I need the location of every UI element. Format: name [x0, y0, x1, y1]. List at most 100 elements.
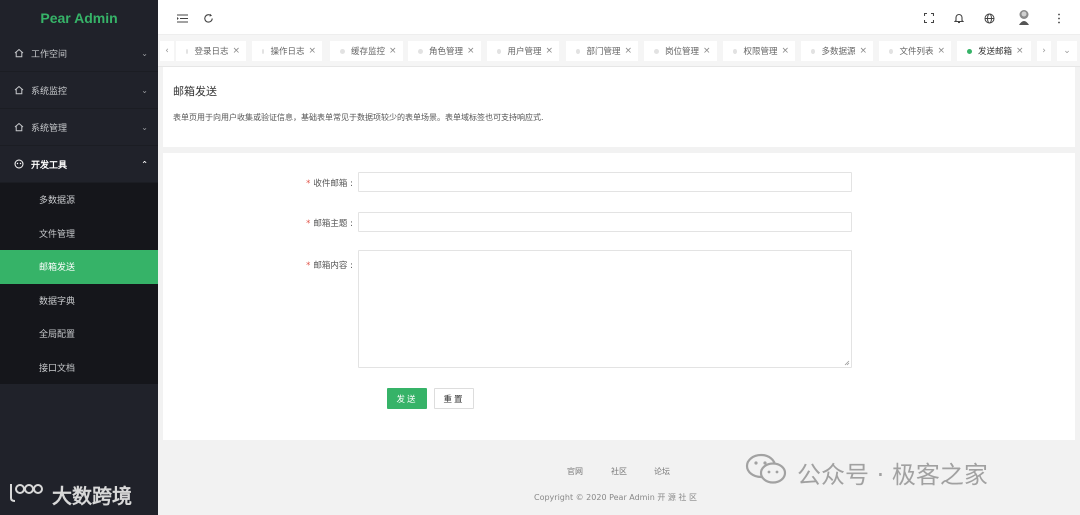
watermark-wechat: 公众号 · 极客之家	[745, 452, 988, 492]
tab-permission-manage[interactable]: 权限管理 ×	[723, 41, 795, 61]
copyright-text: Copyright © 2020 Pear Admin 开 源 社 区	[534, 493, 697, 502]
footer-link-official[interactable]: 官网	[567, 466, 583, 477]
footer-link-community[interactable]: 社区	[611, 466, 627, 477]
close-icon[interactable]: ×	[232, 46, 240, 56]
tab-label: 登录日志	[194, 47, 229, 57]
more-vertical-icon[interactable]	[1052, 11, 1066, 25]
page-header-card: 邮箱发送 表单页用于向用户收集或验证信息，基础表单常见于数据项较少的表单场景。表…	[163, 67, 1075, 147]
tab-scroll-right-icon[interactable]: ›	[1037, 41, 1051, 61]
sidebar-item-label: 系统管理	[31, 123, 68, 134]
refresh-icon[interactable]	[201, 11, 215, 25]
tab-login-log[interactable]: 登录日志 ×	[176, 41, 246, 61]
sidebar-subitem-global-config[interactable]: 全局配置	[0, 317, 158, 351]
tab-dropdown-icon[interactable]: ⌄	[1057, 41, 1077, 61]
page-title: 邮箱发送	[173, 85, 217, 98]
gauge-icon	[14, 159, 26, 169]
resize-handle-icon[interactable]	[844, 360, 850, 366]
wechat-icon	[745, 452, 789, 492]
content-label-text: 邮箱内容 :	[313, 261, 353, 271]
close-icon[interactable]: ×	[389, 46, 397, 56]
close-icon[interactable]: ×	[624, 46, 632, 56]
to-label: * 收件邮箱 :	[283, 177, 353, 189]
top-header	[158, 0, 1080, 35]
tab-dept-manage[interactable]: 部门管理 ×	[566, 41, 638, 61]
home-icon	[14, 122, 26, 132]
tab-dot-icon	[186, 48, 189, 54]
tab-dot-icon	[576, 48, 581, 54]
mail-form-card: * 收件邮箱 : * 邮箱主题 : * 邮箱内容 : 发送 重置	[163, 153, 1075, 440]
required-mark: *	[306, 219, 311, 229]
tab-label: 权限管理	[743, 47, 778, 57]
close-icon[interactable]: ×	[545, 46, 553, 56]
content-textarea[interactable]	[358, 250, 852, 368]
chevron-down-icon: ⌄	[141, 48, 148, 58]
tab-label: 用户管理	[507, 47, 542, 57]
to-label-text: 收件邮箱 :	[313, 179, 353, 189]
sidebar-subitem-datasource[interactable]: 多数据源	[0, 183, 158, 217]
globe-icon[interactable]	[982, 11, 996, 25]
chevron-down-icon: ⌄	[141, 85, 148, 95]
sidebar-subitem-api-docs[interactable]: 接口文档	[0, 351, 158, 385]
sidebar-item-system-manage[interactable]: 系统管理 ⌄	[0, 109, 158, 146]
send-button[interactable]: 发送	[387, 388, 427, 409]
avatar[interactable]	[1015, 8, 1033, 26]
home-icon	[14, 85, 26, 95]
tab-label: 文件列表	[899, 47, 934, 57]
app-logo[interactable]: Pear Admin	[0, 0, 158, 35]
sidebar-item-label: 系统监控	[31, 86, 68, 97]
tab-role-manage[interactable]: 角色管理 ×	[408, 41, 481, 61]
tab-label: 岗位管理	[665, 47, 700, 57]
close-icon[interactable]: ×	[308, 46, 316, 56]
tab-cache-monitor[interactable]: 缓存监控 ×	[330, 41, 403, 61]
tab-datasource[interactable]: 多数据源 ×	[801, 41, 873, 61]
fullscreen-icon[interactable]	[922, 11, 936, 25]
close-icon[interactable]: ×	[781, 46, 789, 56]
tab-user-manage[interactable]: 用户管理 ×	[487, 41, 559, 61]
menu-collapse-icon[interactable]	[175, 11, 189, 25]
tab-label: 多数据源	[821, 47, 856, 57]
sidebar-subitem-mail-send[interactable]: 邮箱发送	[0, 250, 158, 284]
sidebar-submenu: 多数据源 文件管理 邮箱发送 数据字典 全局配置 接口文档	[0, 183, 158, 384]
footer-link-forum[interactable]: 论坛	[654, 466, 670, 477]
close-icon[interactable]: ×	[703, 46, 711, 56]
required-mark: *	[306, 261, 311, 271]
reset-button[interactable]: 重置	[434, 388, 474, 409]
close-icon[interactable]: ×	[467, 46, 475, 56]
tab-label: 角色管理	[429, 47, 464, 57]
watermark-brand: 大数跨境	[8, 480, 132, 509]
tab-label: 操作日志	[270, 47, 305, 57]
sidebar: Pear Admin 工作空间 ⌄ 系统监控 ⌄ 系统管理 ⌄ 开发工具 ⌃ 多…	[0, 0, 158, 515]
subject-label: * 邮箱主题 :	[283, 217, 353, 229]
tab-dot-icon	[889, 48, 894, 54]
close-icon[interactable]: ×	[937, 46, 945, 56]
sidebar-item-dev-tools[interactable]: 开发工具 ⌃	[0, 146, 158, 183]
tab-dot-icon	[811, 48, 816, 54]
tab-label: 发送邮箱	[978, 47, 1013, 57]
tab-file-list[interactable]: 文件列表 ×	[879, 41, 951, 61]
to-email-input[interactable]	[358, 172, 852, 192]
subject-input[interactable]	[358, 212, 852, 232]
tab-scroll-left-icon[interactable]: ‹	[160, 41, 174, 61]
tab-post-manage[interactable]: 岗位管理 ×	[644, 41, 717, 61]
sidebar-item-label: 工作空间	[31, 49, 68, 60]
tab-dot-icon	[654, 48, 659, 54]
tab-label: 部门管理	[586, 47, 621, 57]
sidebar-item-workspace[interactable]: 工作空间 ⌄	[0, 35, 158, 72]
bell-icon[interactable]	[952, 11, 966, 25]
sidebar-item-system-monitor[interactable]: 系统监控 ⌄	[0, 72, 158, 109]
close-icon[interactable]: ×	[859, 46, 867, 56]
close-icon[interactable]: ×	[1016, 46, 1024, 56]
tab-send-mail[interactable]: 发送邮箱 ×	[957, 41, 1031, 61]
tab-label: 缓存监控	[351, 47, 386, 57]
page-description: 表单页用于向用户收集或验证信息，基础表单常见于数据项较少的表单场景。表单域标签也…	[173, 113, 544, 122]
tab-dot-icon	[340, 48, 345, 54]
tab-dot-icon	[497, 48, 502, 54]
chevron-up-icon: ⌃	[141, 159, 148, 169]
sidebar-subitem-file-manage[interactable]: 文件管理	[0, 217, 158, 251]
brand-logo-icon	[8, 481, 46, 508]
tab-operation-log[interactable]: 操作日志 ×	[252, 41, 322, 61]
required-mark: *	[306, 179, 311, 189]
sidebar-subitem-dictionary[interactable]: 数据字典	[0, 284, 158, 318]
tab-active-dot-icon	[967, 48, 972, 54]
chevron-down-icon: ⌄	[141, 122, 148, 132]
